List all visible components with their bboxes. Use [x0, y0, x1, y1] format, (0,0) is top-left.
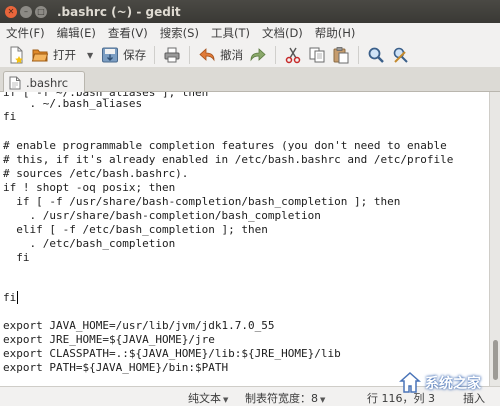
minimize-icon: – — [24, 6, 28, 16]
code-line: export CLASSPATH=.:${JAVA_HOME}/lib:${JR… — [3, 347, 341, 360]
code-line: . /usr/share/bash-completion/bash_comple… — [3, 209, 321, 222]
window-title: .bashrc (~) - gedit — [57, 4, 181, 19]
text-cursor — [17, 291, 18, 304]
toolbar-separator — [275, 46, 277, 64]
code-line: export JRE_HOME=${JAVA_HOME}/jre — [3, 333, 215, 346]
undo-button[interactable]: 撤消 — [195, 44, 246, 66]
cut-icon — [285, 47, 301, 64]
menu-bar: 文件(F) 编辑(E) 查看(V) 搜索(S) 工具(T) 文档(D) 帮助(H… — [0, 23, 500, 43]
new-document-button[interactable] — [4, 44, 28, 66]
chevron-down-icon: ▼ — [320, 396, 326, 404]
menu-tools[interactable]: 工具(T) — [207, 25, 254, 41]
save-button[interactable]: 保存 — [98, 44, 149, 66]
tab-width-label: 制表符宽度：8 — [245, 392, 318, 405]
tab-bar: .bashrc — [0, 67, 500, 93]
save-icon — [102, 47, 119, 63]
menu-documents[interactable]: 文档(D) — [258, 25, 307, 41]
code-line: . ~/.bash_aliases — [3, 97, 143, 110]
maximize-icon: □ — [37, 6, 45, 16]
code-line: . /etc/bash_completion — [3, 237, 176, 250]
paste-button[interactable] — [329, 44, 353, 66]
tab-bashrc[interactable]: .bashrc — [3, 71, 85, 93]
menu-search[interactable]: 搜索(S) — [156, 25, 203, 41]
code-line: fi — [3, 251, 30, 264]
code-line: fi — [3, 291, 17, 304]
code-line: if ! shopt -oq posix; then — [3, 181, 176, 194]
replace-icon — [393, 47, 408, 63]
menu-view[interactable]: 查看(V) — [104, 25, 152, 41]
watermark-icon — [399, 371, 421, 393]
language-selector[interactable]: 纯文本 ▼ — [188, 390, 228, 406]
toolbar-separator — [189, 46, 191, 64]
code-line: # enable programmable completion feature… — [3, 139, 447, 152]
language-label: 纯文本 — [188, 392, 221, 405]
chevron-down-icon: ▼ — [223, 396, 229, 404]
paste-icon — [333, 47, 349, 64]
code-line: # sources /etc/bash.bashrc). — [3, 167, 189, 180]
toolbar: 打开 ▼ 保存 撤消 — [0, 43, 500, 67]
code-line: export JAVA_HOME=/usr/lib/jvm/jdk1.7.0_5… — [3, 319, 275, 332]
toolbar-separator — [358, 46, 360, 64]
cut-button[interactable] — [281, 44, 305, 66]
text-editor[interactable]: if [ -f ~/.bash_aliases ]; then . ~/.bas… — [0, 92, 489, 386]
watermark-text: 系统之家 — [425, 376, 481, 392]
tab-width-selector[interactable]: 制表符宽度：8 ▼ — [245, 390, 325, 406]
new-document-icon — [10, 46, 23, 64]
close-icon: ✕ — [7, 6, 15, 16]
maximize-button[interactable]: □ — [35, 5, 47, 18]
save-label: 保存 — [123, 48, 147, 62]
code-line: if [ -f /usr/share/bash-completion/bash_… — [3, 195, 401, 208]
menu-edit[interactable]: 编辑(E) — [53, 25, 100, 41]
close-button[interactable]: ✕ — [5, 5, 17, 18]
print-button[interactable] — [160, 44, 184, 66]
scrollbar-thumb[interactable] — [493, 340, 498, 380]
tab-label: .bashrc — [26, 75, 69, 90]
replace-button[interactable] — [388, 44, 412, 66]
watermark-logo: 系统之家 — [398, 368, 481, 398]
redo-button[interactable] — [246, 44, 270, 66]
search-button[interactable] — [364, 44, 388, 66]
open-button[interactable]: 打开 — [28, 44, 79, 66]
vertical-scrollbar[interactable] — [489, 92, 500, 386]
code-line: # this, if it's already enabled in /etc/… — [3, 153, 454, 166]
open-label: 打开 — [53, 48, 76, 62]
code-line: export PATH=${JAVA_HOME}/bin:$PATH — [3, 361, 229, 374]
minimize-button[interactable]: – — [20, 5, 32, 18]
copy-icon — [309, 47, 325, 63]
copy-button[interactable] — [305, 44, 329, 66]
open-icon — [31, 49, 49, 62]
menu-help[interactable]: 帮助(H) — [311, 25, 360, 41]
document-icon — [9, 76, 21, 89]
search-icon — [368, 47, 385, 63]
title-bar: ✕ – □ .bashrc (~) - gedit — [0, 0, 500, 23]
toolbar-separator — [154, 46, 156, 64]
undo-icon — [199, 48, 215, 62]
code-line: elif [ -f /etc/bash_completion ]; then — [3, 223, 268, 236]
print-icon — [164, 47, 180, 63]
menu-file[interactable]: 文件(F) — [2, 25, 49, 41]
redo-icon — [250, 48, 266, 62]
code-line: fi — [3, 110, 17, 123]
open-recent-dropdown[interactable]: ▼ — [87, 51, 93, 60]
undo-label: 撤消 — [220, 48, 244, 62]
